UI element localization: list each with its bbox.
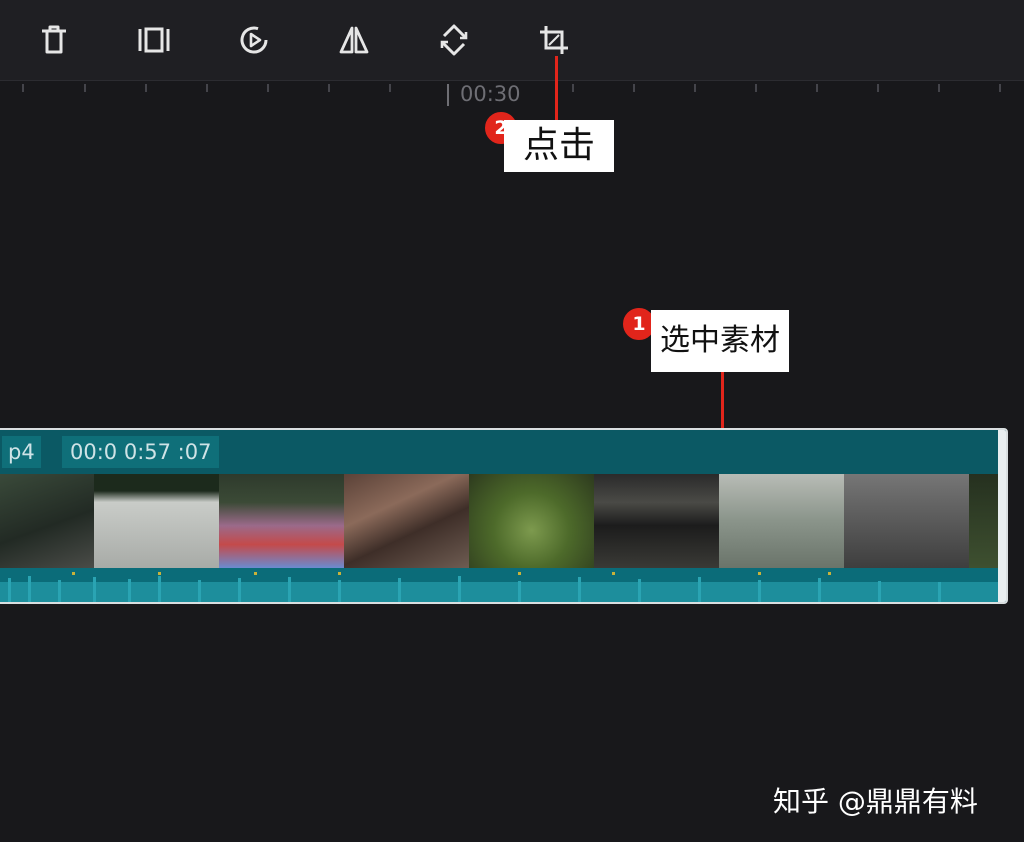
clip-thumbnails bbox=[0, 474, 1006, 568]
thumbnail-umbrella bbox=[219, 474, 344, 568]
playback-speed-icon bbox=[240, 26, 268, 54]
ruler-tick bbox=[877, 84, 879, 92]
timeline-toolbar bbox=[0, 0, 1024, 81]
ruler-tick bbox=[694, 84, 696, 92]
crop-button[interactable] bbox=[532, 18, 576, 62]
delete-button[interactable] bbox=[32, 18, 76, 62]
speed-button[interactable] bbox=[232, 18, 276, 62]
step2-label: 点击 bbox=[504, 120, 614, 172]
crop-icon bbox=[540, 26, 568, 54]
step1-label: 选中素材 bbox=[651, 310, 789, 372]
audio-waveform bbox=[0, 568, 1006, 602]
split-icon bbox=[138, 27, 170, 53]
waveform-graphic bbox=[0, 572, 998, 602]
rotate-icon bbox=[440, 24, 468, 56]
ruler-tick bbox=[999, 84, 1001, 92]
clip-duration: 00:0 0:57 :07 bbox=[62, 436, 220, 468]
ruler-tick bbox=[206, 84, 208, 92]
ruler-tick bbox=[267, 84, 269, 92]
ruler-time-marker bbox=[447, 84, 449, 106]
ruler-tick bbox=[572, 84, 574, 92]
thumbnail-cup bbox=[0, 474, 94, 568]
delete-icon bbox=[42, 25, 66, 54]
ruler-time-label: 00:30 bbox=[460, 82, 521, 106]
mirror-icon bbox=[339, 26, 369, 54]
callout-line-step2 bbox=[555, 56, 558, 126]
callout-line-step1 bbox=[721, 370, 724, 436]
thumbnail-wood bbox=[344, 474, 469, 568]
thumbnail-drops bbox=[719, 474, 844, 568]
thumbnail-rain-ground bbox=[844, 474, 969, 568]
rotate-button[interactable] bbox=[432, 18, 476, 62]
ruler-tick bbox=[938, 84, 940, 92]
ruler-tick bbox=[328, 84, 330, 92]
video-clip[interactable]: p4 00:0 0:57 :07 bbox=[0, 428, 1008, 604]
ruler-tick bbox=[755, 84, 757, 92]
ruler-tick bbox=[633, 84, 635, 92]
mirror-button[interactable] bbox=[332, 18, 376, 62]
thumbnail-roof bbox=[594, 474, 719, 568]
thumbnail-tree bbox=[469, 474, 594, 568]
ruler-tick bbox=[389, 84, 391, 92]
clip-filename: p4 bbox=[2, 436, 41, 468]
split-button[interactable] bbox=[132, 18, 176, 62]
clip-trim-handle[interactable] bbox=[998, 430, 1006, 602]
ruler-tick bbox=[84, 84, 86, 92]
ruler-tick bbox=[816, 84, 818, 92]
ruler-tick bbox=[145, 84, 147, 92]
watermark: 知乎 @鼎鼎有料 bbox=[773, 785, 978, 818]
ruler-tick bbox=[22, 84, 24, 92]
thumbnail-window bbox=[94, 474, 219, 568]
